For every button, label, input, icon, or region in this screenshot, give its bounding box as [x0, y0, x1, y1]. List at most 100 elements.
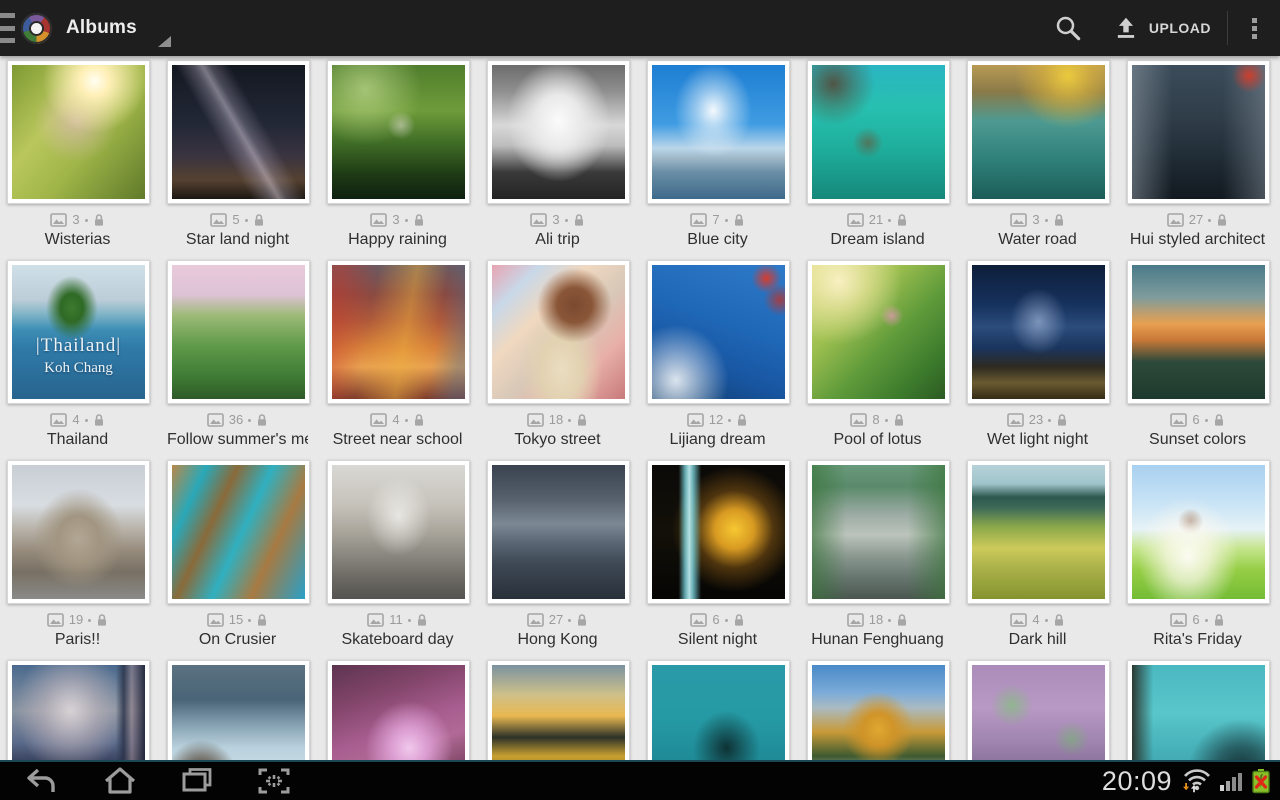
album-item[interactable]: 18 Hunan Fenghuang: [807, 460, 948, 660]
album-meta: 6: [647, 612, 788, 628]
album-meta: 27: [487, 612, 628, 628]
album-item[interactable]: [327, 660, 468, 760]
album-item[interactable]: 3 Happy raining: [327, 60, 468, 260]
album-item[interactable]: 23 Wet light night: [967, 260, 1108, 460]
action-bar: Albums UPLOAD: [0, 0, 1280, 56]
album-thumb: [332, 665, 465, 760]
album-thumb: [12, 665, 145, 760]
dropdown-caret-icon[interactable]: [158, 36, 171, 47]
album-meta: 15: [167, 612, 308, 628]
album-card: [807, 660, 950, 760]
album-item[interactable]: [807, 660, 948, 760]
dot-separator: [568, 619, 571, 622]
album-item[interactable]: 6 Silent night: [647, 460, 788, 660]
lock-icon: [253, 213, 265, 227]
album-item[interactable]: 36 Follow summer's mel...: [167, 260, 308, 460]
dot-separator: [88, 619, 91, 622]
album-item[interactable]: 19 Paris!!: [7, 460, 148, 660]
lock-icon: [733, 613, 745, 627]
lock-icon: [733, 213, 745, 227]
album-item[interactable]: 8 Pool of lotus: [807, 260, 948, 460]
lock-icon: [256, 613, 268, 627]
album-name: Hui styled architect: [1127, 231, 1268, 249]
lock-icon: [416, 613, 428, 627]
album-name: Rita's Friday: [1127, 631, 1268, 649]
search-button[interactable]: [1039, 0, 1097, 56]
album-thumb: [332, 265, 465, 399]
album-item[interactable]: 12 Lijiang dream: [647, 260, 788, 460]
album-item[interactable]: 18 Tokyo street: [487, 260, 628, 460]
album-item[interactable]: 15 On Crusier: [167, 460, 308, 660]
album-meta: 3: [327, 212, 468, 228]
album-item[interactable]: [1127, 660, 1268, 760]
album-item[interactable]: 4 Dark hill: [967, 460, 1108, 660]
album-card: [487, 60, 630, 204]
home-button[interactable]: [102, 766, 138, 796]
menu-icon[interactable]: [0, 9, 15, 47]
album-item[interactable]: 4 Street near school: [327, 260, 468, 460]
album-meta: 6: [1127, 612, 1268, 628]
album-thumb: [172, 65, 305, 199]
recents-button[interactable]: [180, 766, 214, 796]
album-meta: 7: [647, 212, 788, 228]
album-item[interactable]: [167, 660, 308, 760]
capture-button[interactable]: [256, 766, 292, 796]
album-thumb: [12, 65, 145, 199]
lock-icon: [1053, 213, 1065, 227]
album-item[interactable]: 3 Water road: [967, 60, 1108, 260]
dot-separator: [1208, 219, 1211, 222]
album-item[interactable]: [967, 660, 1108, 760]
album-thumb: [812, 65, 945, 199]
lock-icon: [93, 213, 105, 227]
page-title[interactable]: Albums: [66, 17, 137, 39]
album-item[interactable]: 7 Blue city: [647, 60, 788, 260]
album-item[interactable]: 3 Wisterias: [7, 60, 148, 260]
album-meta: 36: [167, 412, 308, 428]
album-count: 18: [869, 612, 883, 628]
album-thumb: [652, 65, 785, 199]
album-item[interactable]: [647, 660, 788, 760]
album-name: Water road: [967, 231, 1108, 249]
overflow-menu-button[interactable]: [1228, 0, 1280, 56]
album-count: 6: [1192, 412, 1199, 428]
album-card: [647, 260, 790, 404]
dot-separator: [885, 419, 888, 422]
album-thumb: [972, 665, 1105, 760]
album-item[interactable]: 27 Hong Kong: [487, 460, 628, 660]
album-item[interactable]: 6 Rita's Friday: [1127, 460, 1268, 660]
album-name: Lijiang dream: [647, 431, 788, 449]
album-count: 4: [72, 412, 79, 428]
upload-button[interactable]: UPLOAD: [1097, 0, 1227, 56]
album-count: 27: [549, 612, 563, 628]
album-card: [1127, 60, 1270, 204]
lock-icon: [576, 413, 588, 427]
lock-icon: [93, 413, 105, 427]
album-name: Dark hill: [967, 631, 1108, 649]
album-item[interactable]: [7, 660, 148, 760]
back-button[interactable]: [22, 766, 60, 796]
album-item[interactable]: 3 Ali trip: [487, 60, 628, 260]
album-item[interactable]: 5 Star land night: [167, 60, 308, 260]
lock-icon: [96, 613, 108, 627]
album-name: Sunset colors: [1127, 431, 1268, 449]
photo-count-icon: [50, 413, 67, 427]
dot-separator: [85, 419, 88, 422]
album-item[interactable]: 27 Hui styled architect: [1127, 60, 1268, 260]
album-thumb: [1132, 465, 1265, 599]
dot-separator: [408, 619, 411, 622]
album-card: [327, 460, 470, 604]
app-logo[interactable]: [21, 13, 52, 44]
album-item[interactable]: [487, 660, 628, 760]
photo-count-icon: [1170, 613, 1187, 627]
album-item[interactable]: 11 Skateboard day: [327, 460, 468, 660]
album-card: [487, 660, 630, 760]
dot-separator: [888, 619, 891, 622]
album-item[interactable]: 6 Sunset colors: [1127, 260, 1268, 460]
dot-separator: [725, 619, 728, 622]
album-card: [807, 460, 950, 604]
photo-count-icon: [847, 613, 864, 627]
album-thumb: [1132, 265, 1265, 399]
photo-count-icon: [1010, 213, 1027, 227]
album-item[interactable]: |Thailand|Koh Chang 4 Thailand: [7, 260, 148, 460]
album-item[interactable]: 21 Dream island: [807, 60, 948, 260]
